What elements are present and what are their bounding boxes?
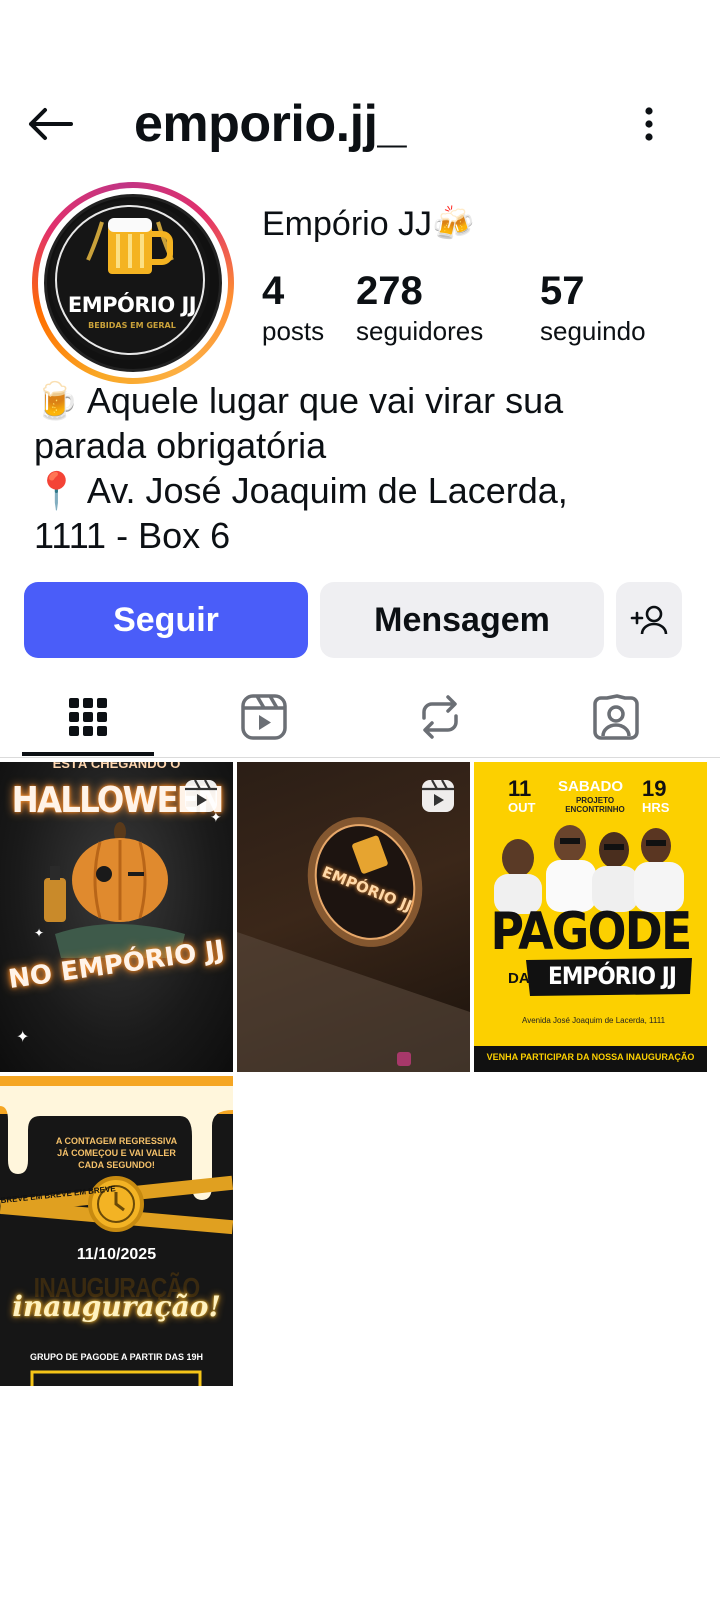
more-options-button[interactable]	[634, 104, 664, 144]
active-tab-indicator	[22, 752, 154, 756]
profile-tabs	[0, 676, 720, 758]
tab-tagged[interactable]	[528, 676, 704, 758]
bio-address-line[interactable]: 📍 Av. José Joaquim de Lacerda,	[34, 468, 694, 513]
reels-icon	[241, 694, 287, 740]
stat-posts-label: posts	[262, 316, 325, 346]
poster-brand: EMPÓRIO JJ	[547, 962, 677, 990]
poster-address: Avenida José Joaquim de Lacerda, 1111	[522, 1016, 666, 1025]
reel-icon	[422, 779, 454, 812]
stat-following-label: seguindo	[540, 316, 646, 346]
tab-reels[interactable]	[176, 676, 352, 758]
tagged-icon	[593, 694, 639, 740]
tab-reposts[interactable]	[352, 676, 528, 758]
profile-avatar[interactable]: EMPÓRIO JJ BEBIDAS EM GERAL	[32, 182, 234, 384]
message-button[interactable]: Mensagem	[320, 582, 604, 658]
avatar-logo: EMPÓRIO JJ BEBIDAS EM GERAL	[44, 194, 222, 372]
suggest-users-button[interactable]	[616, 582, 682, 658]
stat-followers[interactable]: 278 seguidores	[356, 268, 483, 348]
grid-icon	[69, 698, 107, 736]
profile-display-name: Empório JJ🍻	[262, 205, 475, 243]
svg-text:✦: ✦	[16, 1029, 29, 1046]
stat-followers-label: seguidores	[356, 316, 484, 346]
stat-posts-value: 4	[262, 269, 285, 313]
avatar-subtext: BEBIDAS EM GERAL	[88, 321, 176, 330]
profile-username: emporio.jj_	[134, 95, 406, 153]
svg-text:✦: ✦	[34, 926, 44, 940]
tab-grid[interactable]	[0, 676, 176, 758]
countdown-artwork	[0, 1076, 233, 1386]
post-thumbnail[interactable]: 11 OUT SABADO PROJETO ENCONTRINHO 19 HRS…	[474, 762, 707, 1072]
bio-line: 🍺 Aquele lugar que vai virar sua	[34, 380, 564, 421]
poster-title: PAGODE	[490, 902, 693, 962]
profile-bio: 🍺 Aquele lugar que vai virar sua parada …	[34, 378, 694, 558]
countdown-line: CADA SEGUNDO!	[78, 1160, 155, 1170]
post-thumbnail[interactable]: EMPÓRIO JJ	[237, 762, 470, 1072]
more-vertical-icon	[645, 107, 653, 141]
profile-header: emporio.jj_	[0, 92, 720, 158]
avatar-brand-text: EMPÓRIO JJ	[67, 293, 197, 317]
bio-line: parada obrigatória	[34, 425, 327, 466]
add-user-icon	[630, 605, 668, 635]
event-footer: GRUPO DE PAGODE A PARTIR DAS 19H	[29, 1352, 204, 1362]
poster-footer: VENHA PARTICIPAR DA NOSSA INAUGURAÇÃO	[486, 1052, 695, 1062]
stat-followers-value: 278	[356, 269, 423, 313]
event-script-title: inauguração!	[12, 1290, 221, 1323]
repost-icon	[422, 695, 458, 739]
reel-icon	[185, 779, 217, 812]
stat-posts[interactable]: 4 posts	[262, 268, 324, 348]
poster-da: DA	[508, 970, 530, 987]
stat-following-value: 57	[540, 269, 585, 313]
stat-following[interactable]: 57 seguindo	[540, 268, 646, 348]
event-date: 11/10/2025	[76, 1246, 157, 1263]
back-button[interactable]	[22, 100, 78, 148]
post-thumbnail[interactable]: ESTÁ CHEGANDO O HALLOWEEN ✦ ✦ ✦ NO EMPÓR…	[0, 762, 233, 1072]
countdown-line: A CONTAGEM REGRESSIVA	[55, 1136, 178, 1146]
arrow-left-icon	[29, 108, 73, 140]
post-thumbnail[interactable]: A CONTAGEM REGRESSIVA JÁ COMEÇOU E VAI V…	[0, 1076, 233, 1386]
countdown-line: JÁ COMEÇOU E VAI VALER	[57, 1148, 176, 1158]
avatar-border: EMPÓRIO JJ BEBIDAS EM GERAL	[38, 188, 228, 378]
bio-address-line[interactable]: 1111 - Box 6	[34, 513, 694, 558]
follow-button[interactable]: Seguir	[24, 582, 308, 658]
